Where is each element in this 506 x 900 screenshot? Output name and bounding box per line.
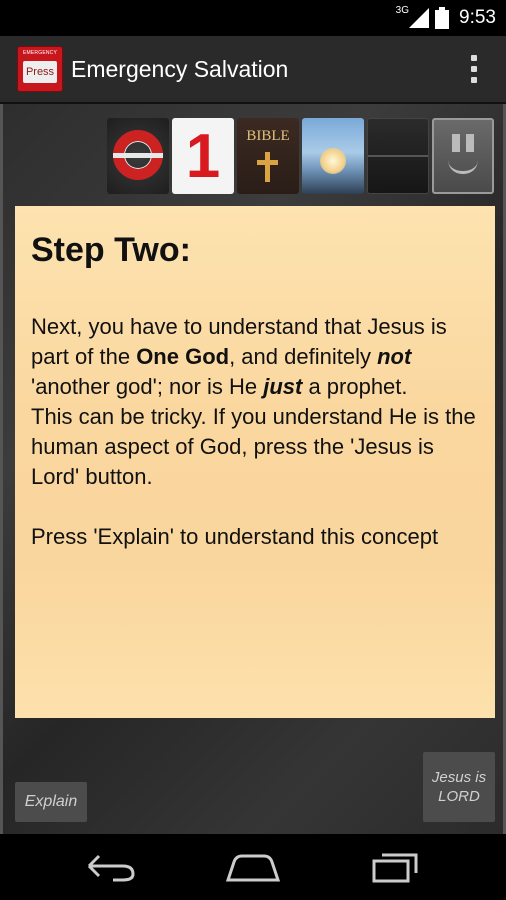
step-icon-row: 1 BIBLE <box>107 118 497 194</box>
heaven-sky-icon[interactable] <box>302 118 364 194</box>
note-body: Next, you have to understand that Jesus … <box>31 312 479 552</box>
jesus-is-lord-button[interactable]: Jesus is LORD <box>423 752 495 822</box>
app-title: Emergency Salvation <box>71 55 289 82</box>
app-icon[interactable]: EMERGENCY Press <box>17 46 63 92</box>
status-bar: 3G 9:53 <box>0 0 506 36</box>
main-content: 1 BIBLE Step Two: Next, you have to unde… <box>0 104 506 834</box>
pause-smile-icon[interactable] <box>432 118 494 194</box>
network-type: 3G <box>395 4 410 16</box>
navigation-bar <box>0 834 506 900</box>
note-heading: Step Two: <box>31 231 191 269</box>
instruction-note: Step Two: Next, you have to understand t… <box>15 206 495 718</box>
number-one-icon[interactable]: 1 <box>172 118 234 194</box>
home-icon[interactable] <box>217 842 289 892</box>
app-icon-caption: EMERGENCY <box>22 50 58 56</box>
explain-button[interactable]: Explain <box>15 782 87 822</box>
battery-icon <box>435 7 450 29</box>
signal-icon <box>409 8 430 28</box>
clock: 9:53 <box>459 7 496 28</box>
note-paragraph-1: Next, you have to understand that Jesus … <box>31 314 447 399</box>
overflow-menu-icon[interactable] <box>454 41 494 97</box>
lifebuoy-icon[interactable] <box>107 118 169 194</box>
note-paragraph-2: This can be tricky. If you understand He… <box>31 404 476 489</box>
back-icon[interactable] <box>75 842 147 892</box>
action-bar: EMERGENCY Press Emergency Salvation <box>0 36 506 104</box>
bible-icon[interactable]: BIBLE <box>237 118 299 194</box>
recent-apps-icon[interactable] <box>359 842 431 892</box>
note-paragraph-3: Press 'Explain' to understand this conce… <box>31 524 439 549</box>
app-icon-press-label: Press <box>23 61 57 83</box>
dark-tile-icon[interactable] <box>367 118 429 194</box>
